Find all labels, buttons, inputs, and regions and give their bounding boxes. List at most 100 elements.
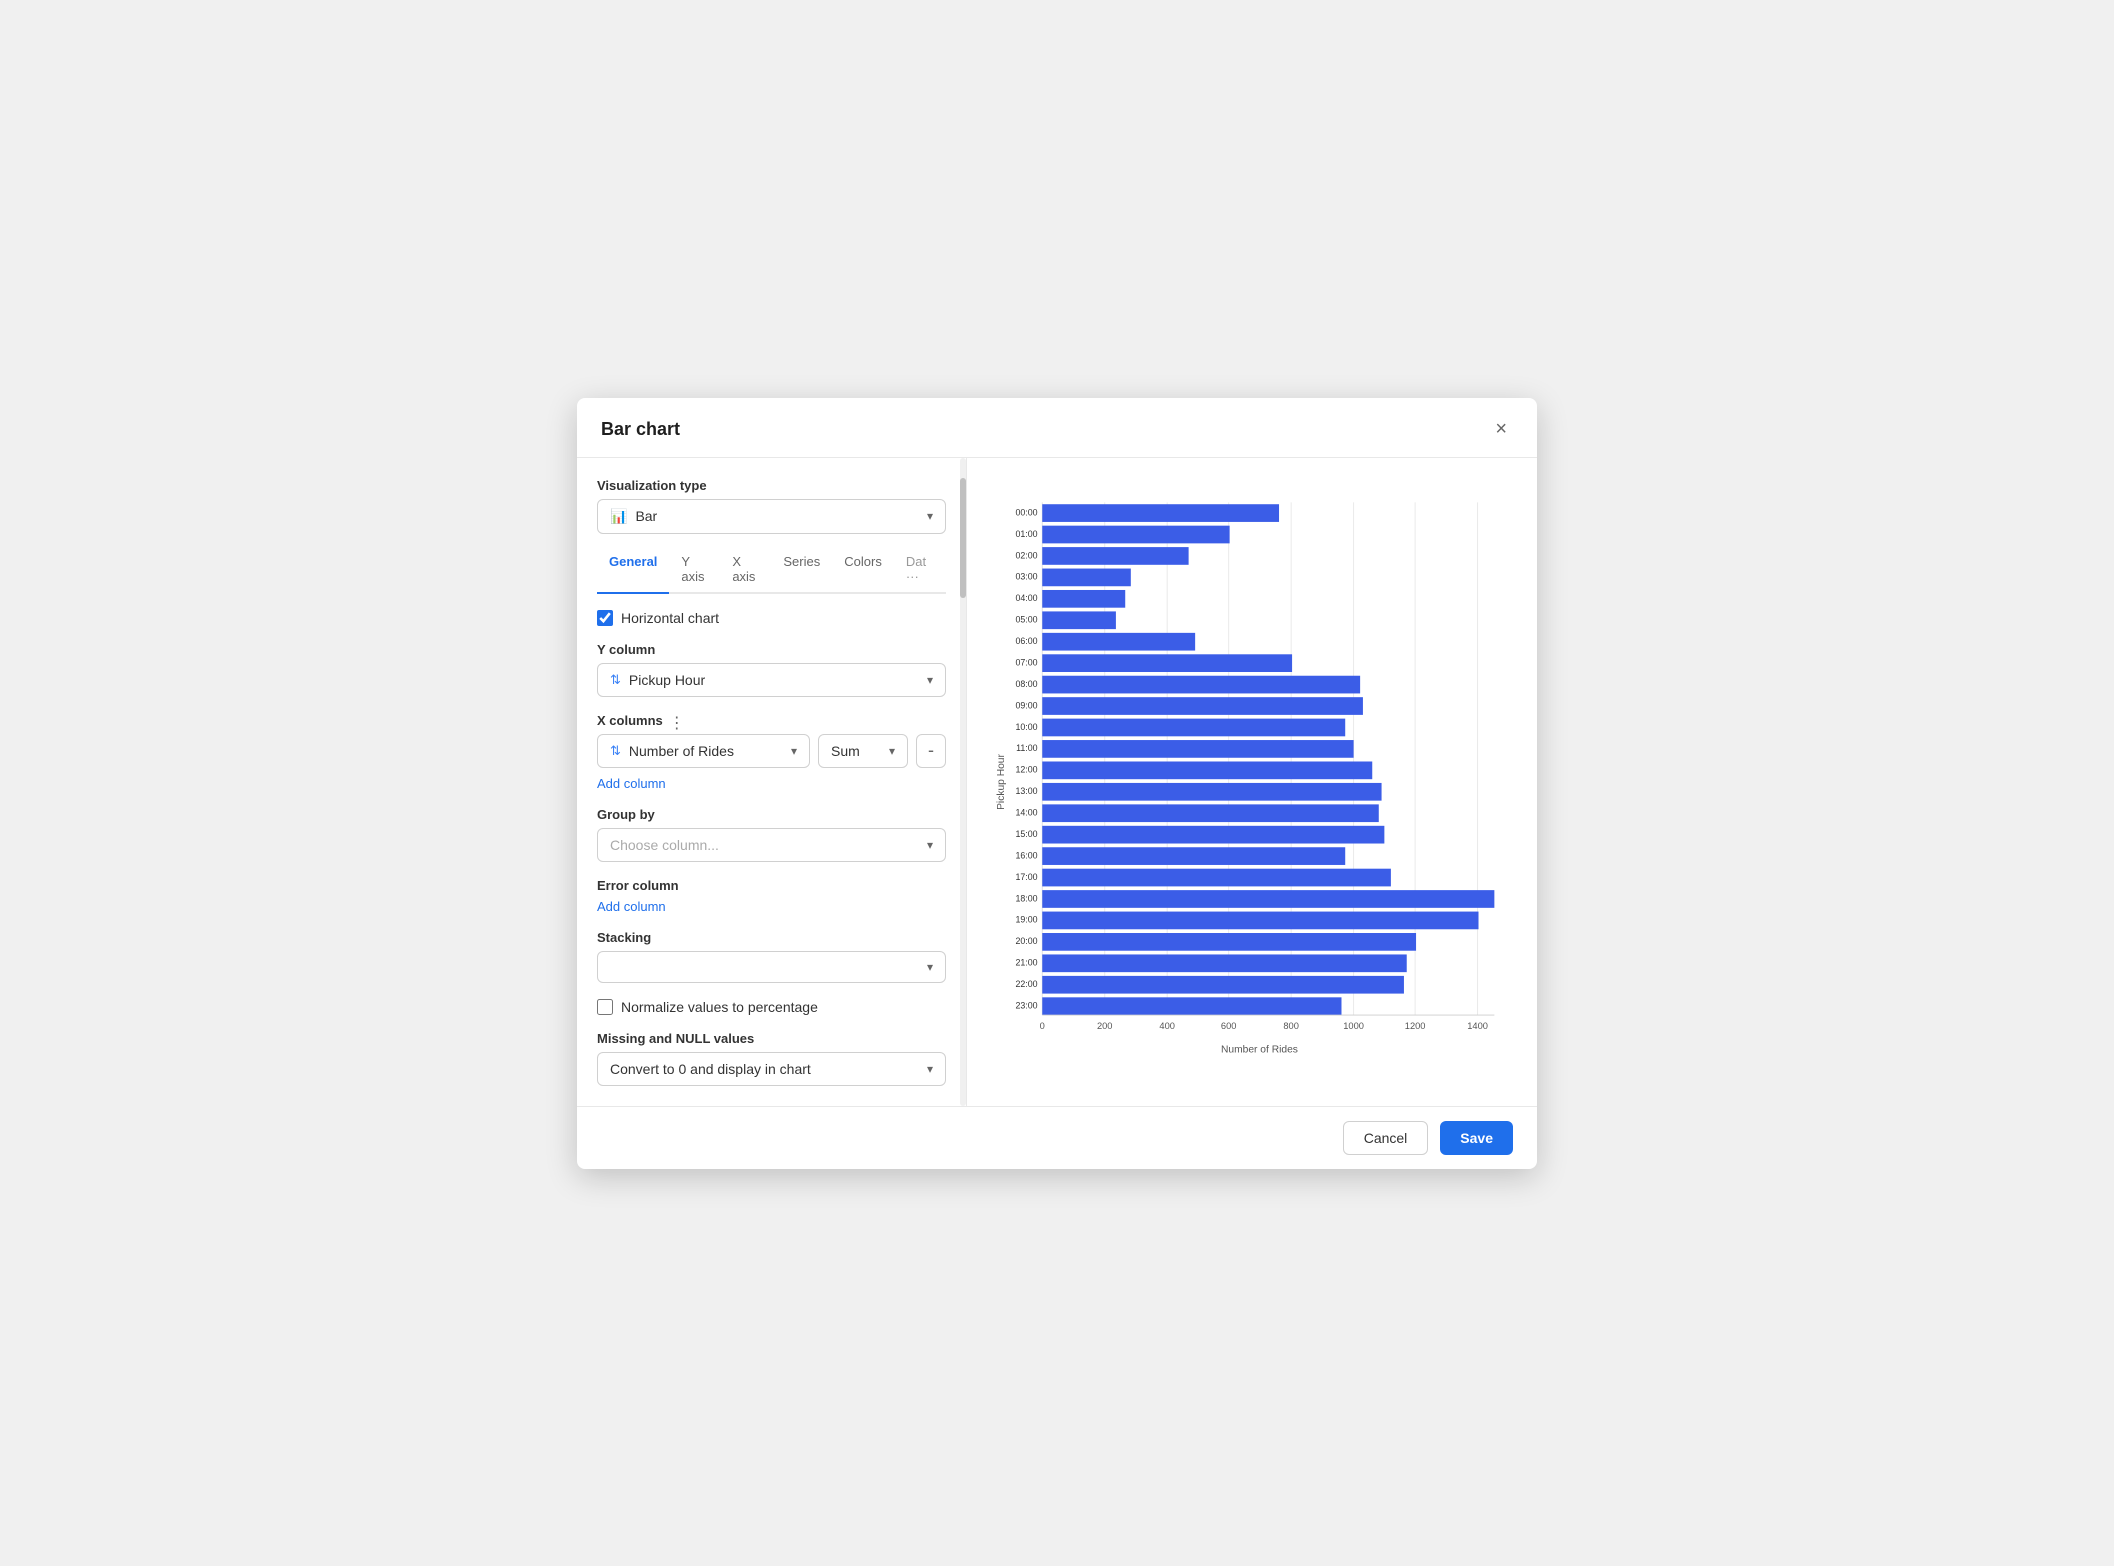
y-column-select[interactable]: ⇅ Pickup Hour ▾ (597, 663, 946, 697)
bar-chart-icon: 📊 (610, 508, 627, 525)
x-tick-1200: 1200 (1405, 1021, 1426, 1031)
add-error-column-link[interactable]: Add column (597, 899, 946, 914)
stacking-select[interactable]: ▾ (597, 951, 946, 983)
visualization-type-label: Visualization type (597, 478, 946, 493)
normalize-label: Normalize values to percentage (621, 999, 818, 1015)
cancel-button[interactable]: Cancel (1343, 1121, 1429, 1155)
label-08: 08:00 (1015, 678, 1037, 688)
label-13: 13:00 (1015, 786, 1037, 796)
group-by-section: Group by Choose column... ▾ (597, 807, 946, 862)
bar-10 (1042, 718, 1345, 736)
label-03: 03:00 (1015, 571, 1037, 581)
normalize-row: Normalize values to percentage (597, 999, 946, 1015)
x-columns-section: X columns ⋮ ⇅ Number of Rides ▾ Sum ▾ - … (597, 713, 946, 791)
tab-series[interactable]: Series (771, 546, 832, 594)
label-00: 00:00 (1015, 507, 1037, 517)
x-axis-label: Number of Rides (1221, 1044, 1298, 1055)
label-21: 21:00 (1015, 957, 1037, 967)
add-x-column-link[interactable]: Add column (597, 776, 946, 791)
bar-11 (1042, 740, 1353, 758)
bar-00 (1042, 504, 1279, 522)
bar-07 (1042, 654, 1292, 672)
horizontal-chart-checkbox[interactable] (597, 610, 613, 626)
x-column-agg-select[interactable]: Sum ▾ (818, 734, 908, 768)
label-06: 06:00 (1015, 636, 1037, 646)
label-19: 19:00 (1015, 914, 1037, 924)
bar-20 (1042, 933, 1416, 951)
visualization-type-section: Visualization type 📊 Bar ▾ (597, 478, 946, 534)
x-tick-800: 800 (1283, 1021, 1299, 1031)
tabs-section: General Y axis X axis Series Colors Dat … (597, 550, 946, 594)
missing-null-label: Missing and NULL values (597, 1031, 946, 1046)
y-axis-label: Pickup Hour (996, 753, 1007, 809)
stacking-chevron-icon: ▾ (927, 960, 933, 974)
modal-body: Visualization type 📊 Bar ▾ General Y axi… (577, 458, 1537, 1106)
chart-container: Pickup Hour 0 200 400 (991, 478, 1513, 1086)
x-tick-400: 400 (1159, 1021, 1175, 1031)
label-01: 01:00 (1015, 528, 1037, 538)
label-09: 09:00 (1015, 700, 1037, 710)
bar-chart-svg: Pickup Hour 0 200 400 (991, 478, 1513, 1086)
label-15: 15:00 (1015, 828, 1037, 838)
label-02: 02:00 (1015, 550, 1037, 560)
save-button[interactable]: Save (1440, 1121, 1513, 1155)
bar-15 (1042, 825, 1384, 843)
x-columns-header: X columns ⋮ (597, 713, 946, 734)
bar-06 (1042, 632, 1195, 650)
agg-chevron-icon: ▾ (889, 744, 895, 758)
bar-17 (1042, 868, 1391, 886)
bar-04 (1042, 589, 1125, 607)
remove-x-column-button[interactable]: - (916, 734, 946, 768)
y-column-chevron-icon: ▾ (927, 673, 933, 687)
error-column-section: Error column Add column (597, 878, 946, 914)
visualization-type-select[interactable]: 📊 Bar ▾ (597, 499, 946, 534)
bar-19 (1042, 911, 1478, 929)
missing-null-select[interactable]: Convert to 0 and display in chart ▾ (597, 1052, 946, 1086)
group-by-label: Group by (597, 807, 946, 822)
x-columns-dots-icon[interactable]: ⋮ (669, 713, 685, 733)
missing-null-chevron-icon: ▾ (927, 1062, 933, 1076)
label-14: 14:00 (1015, 807, 1037, 817)
label-18: 18:00 (1015, 893, 1037, 903)
tab-bar: General Y axis X axis Series Colors Dat … (597, 546, 946, 594)
x-column-icon: ⇅ (610, 743, 621, 759)
modal-header: Bar chart × (577, 398, 1537, 458)
y-column-label: Y column (597, 642, 946, 657)
missing-null-section: Missing and NULL values Convert to 0 and… (597, 1031, 946, 1086)
group-by-chevron-icon: ▾ (927, 838, 933, 852)
bar-08 (1042, 675, 1360, 693)
label-23: 23:00 (1015, 1000, 1037, 1010)
tab-general[interactable]: General (597, 546, 669, 594)
scrollbar-thumb[interactable] (960, 478, 966, 598)
x-column-chevron-icon: ▾ (791, 744, 797, 758)
label-12: 12:00 (1015, 764, 1037, 774)
tab-xaxis[interactable]: X axis (720, 546, 771, 594)
bar-13 (1042, 782, 1381, 800)
group-by-select[interactable]: Choose column... ▾ (597, 828, 946, 862)
horizontal-chart-row: Horizontal chart (597, 610, 946, 626)
tab-colors[interactable]: Colors (832, 546, 894, 594)
scrollbar-track (960, 458, 966, 1106)
tab-more[interactable]: Dat ··· (894, 546, 946, 594)
x-tick-1400: 1400 (1467, 1021, 1488, 1031)
close-button[interactable]: × (1489, 416, 1513, 443)
normalize-checkbox[interactable] (597, 999, 613, 1015)
bar-14 (1042, 804, 1379, 822)
x-tick-1000: 1000 (1343, 1021, 1364, 1031)
x-columns-label: X columns (597, 713, 663, 728)
x-tick-0: 0 (1040, 1021, 1045, 1031)
label-16: 16:00 (1015, 850, 1037, 860)
label-05: 05:00 (1015, 614, 1037, 624)
x-column-select[interactable]: ⇅ Number of Rides ▾ (597, 734, 810, 768)
label-10: 10:00 (1015, 721, 1037, 731)
bar-22 (1042, 975, 1404, 993)
bar-21 (1042, 954, 1406, 972)
bar-chart-modal: Bar chart × Visualization type 📊 Bar ▾ G… (577, 398, 1537, 1169)
tab-yaxis[interactable]: Y axis (669, 546, 720, 594)
chevron-down-icon: ▾ (927, 509, 933, 523)
label-11: 11:00 (1016, 743, 1038, 753)
bar-05 (1042, 611, 1116, 629)
bar-02 (1042, 547, 1188, 565)
group-by-placeholder: Choose column... (610, 837, 719, 853)
y-column-section: Y column ⇅ Pickup Hour ▾ (597, 642, 946, 697)
